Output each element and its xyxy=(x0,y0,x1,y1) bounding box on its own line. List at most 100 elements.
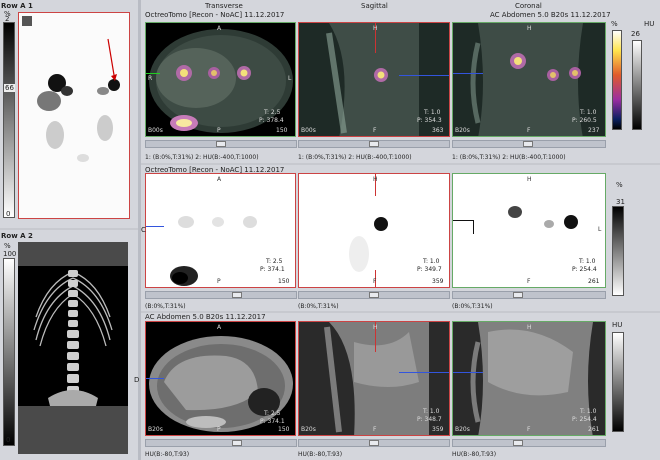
bot-trans-corner: B20s xyxy=(148,426,163,433)
a2-scale-bottom: 0 xyxy=(6,436,11,444)
top-header: OctreoTomo [Recon - NoAC] 11.12.2017 xyxy=(145,11,285,19)
top-cor-corner: B20s xyxy=(455,127,470,134)
top-trans-corner: B00s xyxy=(148,127,163,134)
mid-scale-pct: % xyxy=(616,181,623,189)
top-trans-orient-p: P xyxy=(217,127,221,134)
top-cor-t: T: 1.0 xyxy=(580,109,597,116)
left-separator xyxy=(0,228,138,230)
bot-transverse-viewport[interactable]: A P T: 2.5 P: 374.1 150 B20s xyxy=(145,321,296,436)
a1-scale-bottom: 0 xyxy=(6,210,11,218)
mid-sag-window: (B:0%,T:31%) xyxy=(298,303,339,310)
mid-scale-val: 31 xyxy=(616,198,625,206)
bot-sag-t: T: 1.0 xyxy=(423,408,440,415)
top-trans-window: 1: (B:0%,T:31%) 2: HU(B:-400,T:1000) xyxy=(145,154,259,161)
top-trans-t: T: 2.5 xyxy=(264,109,281,116)
top-transverse-viewport[interactable]: A R L P T: 2.5 P: 378.4 150 B00s xyxy=(145,22,296,137)
mid-transverse-viewport[interactable]: A P T: 2.5 P: 374.1 150 xyxy=(145,173,296,288)
mid-trans-scrubber[interactable] xyxy=(145,291,297,299)
mid-sag-p: P: 349.7 xyxy=(417,266,442,273)
top-cor-orient-f: F xyxy=(527,127,531,134)
mid-cor-orient-f: F xyxy=(527,278,531,285)
mid-cor-window: (B:0%,T:31%) xyxy=(452,303,493,310)
top-sag-scrubber[interactable] xyxy=(298,140,450,148)
bot-trans-scrubber[interactable] xyxy=(145,439,297,447)
top-sag-n: 363 xyxy=(432,127,444,134)
top-trans-orient-r: R xyxy=(148,75,153,82)
mid-orient-c: C xyxy=(141,226,146,234)
mid-trans-orient-a: A xyxy=(217,176,222,183)
bot-cor-orient-f: F xyxy=(527,426,531,433)
top-header-right: AC Abdomen 5.0 B20s 11.12.2017 xyxy=(490,11,611,19)
mid-cor-orient-l: L xyxy=(598,226,602,233)
top-color-scale[interactable] xyxy=(612,30,622,130)
top-cor-scrubber[interactable] xyxy=(452,140,606,148)
mid-sag-t: T: 1.0 xyxy=(423,258,440,265)
a2-intensity-scale[interactable] xyxy=(3,258,15,446)
mid-sag-orient-f: F xyxy=(373,278,377,285)
bot-cor-window: HU(B:-80,T:93) xyxy=(452,451,497,458)
bot-cor-n: 261 xyxy=(588,426,600,433)
top-sag-corner: B00s xyxy=(301,127,316,134)
top-transverse-title: Transverse xyxy=(205,2,243,10)
a2-skeleton-image xyxy=(33,270,113,406)
mid-sagittal-viewport[interactable]: H F T: 1.0 P: 349.7 359 xyxy=(298,173,450,288)
a1-mip-viewport[interactable] xyxy=(18,12,130,219)
a1-intensity-scale[interactable] xyxy=(3,22,15,218)
top-sag-orient-h: H xyxy=(373,25,378,32)
row-a2-label: Row A 2 xyxy=(1,232,33,240)
a1-mip-image xyxy=(37,38,120,162)
top-trans-p: P: 378.4 xyxy=(259,117,284,124)
top-hu-scale[interactable] xyxy=(632,40,642,130)
bot-sag-window: HU(B:-80,T:93) xyxy=(298,451,343,458)
bot-sagittal-viewport[interactable]: H F T: 1.0 P: 348.7 359 B20s xyxy=(298,321,450,436)
bot-cor-p: P: 254.4 xyxy=(572,416,597,423)
mid-trans-p: P: 374.1 xyxy=(260,266,285,273)
top-sag-window: 1: (B:0%,T:31%) 2: HU(B:-400,T:1000) xyxy=(298,154,412,161)
top-sag-orient-f: F xyxy=(373,127,377,134)
bot-trans-n: 150 xyxy=(278,426,290,433)
top-trans-orient-l: L xyxy=(288,75,292,82)
bot-sag-scrubber[interactable] xyxy=(298,439,450,447)
top-coronal-title: Coronal xyxy=(515,2,542,10)
bot-trans-orient-a: A xyxy=(217,324,222,331)
mid-trans-n: 150 xyxy=(278,278,290,285)
bot-cor-t: T: 1.0 xyxy=(580,408,597,415)
top-scale-pct: % xyxy=(611,20,618,28)
top-sagittal-viewport[interactable]: H F T: 1.0 P: 354.3 363 B00s xyxy=(298,22,450,137)
bot-trans-window: HU(B:-80,T:93) xyxy=(145,451,190,458)
bot-cor-orient-h: H xyxy=(527,324,532,331)
bot-sag-n: 359 xyxy=(432,426,444,433)
bot-sag-p: P: 348.7 xyxy=(417,416,442,423)
mid-sag-n: 359 xyxy=(432,278,444,285)
bot-coronal-viewport[interactable]: H F T: 1.0 P: 254.4 261 B20s xyxy=(452,321,606,436)
row-a1-label: Row A 1 xyxy=(1,2,33,10)
top-scale-val: 26 xyxy=(631,30,640,38)
bot-orient-d: D xyxy=(134,376,140,384)
a2-ct-viewport[interactable]: R xyxy=(18,242,128,454)
bot-cor-scrubber[interactable] xyxy=(452,439,606,447)
bot-sag-corner: B20s xyxy=(301,426,316,433)
top-sag-p: P: 354.3 xyxy=(417,117,442,124)
top-trans-scrubber[interactable] xyxy=(145,140,297,148)
top-cor-p: P: 260.5 xyxy=(572,117,597,124)
mid-coronal-viewport[interactable]: H L F T: 1.0 P: 254.4 261 xyxy=(452,173,606,288)
bot-header: AC Abdomen 5.0 B20s 11.12.2017 xyxy=(145,313,266,321)
mid-cor-t: T: 1.0 xyxy=(579,258,596,265)
bot-cor-corner: B20s xyxy=(455,426,470,433)
a2-scale-top: 100 xyxy=(3,250,17,258)
mid-cor-scrubber[interactable] xyxy=(452,291,606,299)
top-cor-window: 1: (B:0%,T:31%) 2: HU(B:-400,T:1000) xyxy=(452,154,566,161)
bot-sag-orient-f: F xyxy=(373,426,377,433)
top-scale-hu: HU xyxy=(644,20,655,28)
bot-scale-hu: HU xyxy=(612,321,623,329)
top-trans-n: 150 xyxy=(276,127,288,134)
mid-cor-orient-h: H xyxy=(527,176,532,183)
top-coronal-viewport[interactable]: H F T: 1.0 P: 260.5 237 B20s xyxy=(452,22,606,137)
mid-trans-window: (B:0%,T:31%) xyxy=(145,303,186,310)
mid-sag-orient-h: H xyxy=(373,176,378,183)
bot-sag-orient-h: H xyxy=(373,324,378,331)
mid-sag-scrubber[interactable] xyxy=(298,291,450,299)
top-sag-t: T: 1.0 xyxy=(424,109,441,116)
mid-intensity-scale[interactable] xyxy=(612,206,624,296)
bot-hu-scale[interactable] xyxy=(612,332,624,432)
